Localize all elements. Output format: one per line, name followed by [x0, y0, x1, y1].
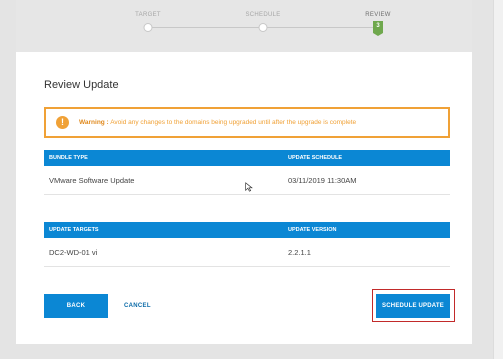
column-bundle-type: BUNDLE TYPE [49, 155, 88, 161]
target-cell: DC2-WD-01 vi [44, 248, 288, 257]
step-target-dot[interactable] [143, 23, 153, 32]
warning-banner: ! Warning : Avoid any changes to the dom… [44, 107, 450, 138]
target-name: DC2-WD-01 [49, 247, 90, 257]
cancel-button[interactable]: CANCEL [124, 294, 151, 318]
table-row: DC2-WD-01 vi 2.2.1.1 [44, 238, 450, 267]
version-cell: 2.2.1.1 [288, 247, 311, 257]
step-review-badge: 3 [373, 21, 383, 36]
step-schedule-dot[interactable] [258, 23, 268, 32]
mouse-cursor-icon [245, 182, 253, 192]
step-target-label[interactable]: TARGET [135, 12, 161, 18]
update-schedule-cell: 03/11/2019 11:30AM [288, 175, 357, 185]
step-schedule-label[interactable]: SCHEDULE [245, 12, 280, 18]
app-frame: TARGET SCHEDULE REVIEW 3 Review Update !… [0, 0, 493, 359]
warning-icon: ! [56, 116, 69, 129]
scrollbar[interactable] [493, 0, 503, 359]
column-update-schedule: UPDATE SCHEDULE [288, 155, 342, 161]
review-panel: Review Update ! Warning : Avoid any chan… [16, 52, 472, 344]
warning-message: Avoid any changes to the domains being u… [110, 119, 357, 126]
column-update-version: UPDATE VERSION [288, 227, 337, 233]
page-title: Review Update [44, 79, 119, 91]
column-update-targets: UPDATE TARGETS [49, 227, 99, 233]
targets-table-header: UPDATE TARGETS UPDATE VERSION [44, 222, 450, 238]
wizard-stepper: TARGET SCHEDULE REVIEW 3 [16, 0, 472, 52]
targets-table: UPDATE TARGETS UPDATE VERSION DC2-WD-01 v… [44, 222, 450, 267]
warning-label: Warning : [79, 119, 109, 126]
step-review-label: REVIEW [365, 12, 391, 18]
bundle-table-header: BUNDLE TYPE UPDATE SCHEDULE [44, 150, 450, 166]
target-suffix: vi [91, 247, 98, 257]
schedule-update-button[interactable]: SCHEDULE UPDATE [376, 294, 450, 318]
back-button[interactable]: BACK [44, 294, 108, 318]
warning-text: Warning : Avoid any changes to the domai… [79, 119, 356, 126]
